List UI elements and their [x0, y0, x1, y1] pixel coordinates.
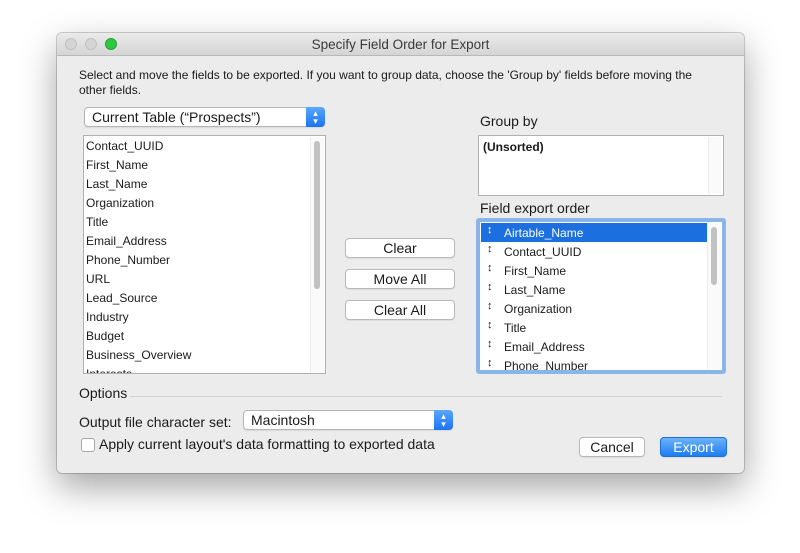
field-name: Lead_Source [86, 291, 158, 305]
list-item[interactable]: Organization [85, 193, 310, 212]
field-name: Contact_UUID [504, 245, 582, 259]
field-name: Industry [86, 310, 129, 324]
field-name: Budget [86, 329, 125, 343]
list-item[interactable]: Budget [85, 326, 310, 345]
drag-handle-icon[interactable]: ↕ [487, 224, 493, 236]
field-name: Interests [86, 367, 133, 374]
options-label: Options [79, 385, 128, 401]
field-name: URL [86, 272, 111, 286]
drag-handle-icon[interactable]: ↕ [487, 262, 493, 274]
drag-handle-icon[interactable]: ↕ [487, 357, 493, 369]
popup-arrows-icon: ▴ ▾ [306, 107, 325, 127]
list-item[interactable]: ↕ Title [481, 318, 708, 337]
list-item[interactable]: Title [85, 212, 310, 231]
field-name: Title [504, 321, 527, 335]
field-name: Last_Name [86, 177, 148, 191]
popup-arrows-icon: ▴ ▾ [434, 410, 453, 430]
field-name: Phone_Number [86, 253, 171, 267]
charset-select[interactable]: Macintosh ▴ ▾ [243, 410, 453, 430]
list-item[interactable]: ↕ Organization [481, 299, 708, 318]
group-by-label: Group by [480, 113, 538, 129]
field-name: Phone_Number [504, 359, 589, 371]
list-item[interactable]: ↕ Airtable_Name [481, 223, 708, 242]
list-item[interactable]: URL [85, 269, 310, 288]
list-item[interactable]: (Unsorted) [480, 137, 707, 156]
options-divider [130, 396, 722, 397]
field-name: Airtable_Name [504, 226, 584, 240]
drag-handle-icon[interactable]: ↕ [487, 319, 493, 331]
drag-handle-icon[interactable]: ↕ [487, 338, 493, 350]
list-item[interactable]: First_Name [85, 155, 310, 174]
field-name: First_Name [86, 158, 149, 172]
list-item[interactable]: Lead_Source [85, 288, 310, 307]
field-name: Organization [504, 302, 573, 316]
move-all-button[interactable]: Move All [345, 269, 455, 289]
export-order-scrollbar[interactable] [707, 223, 721, 369]
drag-handle-icon[interactable]: ↕ [487, 300, 493, 312]
field-name: Title [86, 215, 109, 229]
group-by-scrollbar[interactable] [708, 137, 722, 194]
field-name: Contact_UUID [86, 139, 164, 153]
charset-label: Output file character set: [79, 414, 232, 430]
drag-handle-icon[interactable]: ↕ [487, 281, 493, 293]
field-export-order-label: Field export order [480, 200, 590, 216]
list-item[interactable]: Email_Address [85, 231, 310, 250]
field-name: Last_Name [504, 283, 566, 297]
list-item[interactable]: Industry [85, 307, 310, 326]
clear-button[interactable]: Clear [345, 238, 455, 258]
field-export-order-list[interactable]: ↕ Airtable_Name ↕ Contact_UUID ↕ First_Name ↕ L… [479, 221, 723, 371]
list-item[interactable]: Contact_UUID [85, 136, 310, 155]
list-item[interactable]: Business_Overview [85, 345, 310, 364]
apply-formatting-checkbox[interactable] [81, 438, 95, 452]
table-select[interactable]: Current Table (“Prospects”) ▴ ▾ [84, 107, 325, 127]
export-button[interactable]: Export [660, 437, 727, 457]
available-fields-scrollbar[interactable] [310, 137, 324, 372]
export-dialog: Specify Field Order for Export Select an… [57, 33, 744, 473]
scrollbar-thumb[interactable] [711, 227, 717, 285]
list-item[interactable]: ↕ Contact_UUID [481, 242, 708, 261]
field-name: Email_Address [86, 234, 167, 248]
list-item[interactable]: Phone_Number [85, 250, 310, 269]
field-name: Business_Overview [86, 348, 192, 362]
window-title: Specify Field Order for Export [311, 37, 490, 52]
list-item[interactable]: ↕ Phone_Number [481, 356, 708, 371]
instructions-text: Select and move the fields to be exporte… [79, 68, 692, 97]
list-item[interactable]: Interests [85, 364, 310, 374]
list-item[interactable]: ↕ Last_Name [481, 280, 708, 299]
field-name: First_Name [504, 264, 567, 278]
drag-handle-icon[interactable]: ↕ [487, 243, 493, 255]
table-select-value: Current Table (“Prospects”) [92, 109, 261, 125]
list-item[interactable]: ↕ First_Name [481, 261, 708, 280]
apply-formatting-label: Apply current layout's data formatting t… [99, 436, 435, 452]
charset-select-value: Macintosh [251, 412, 315, 428]
field-name: Organization [86, 196, 155, 210]
cancel-button[interactable]: Cancel [579, 437, 645, 457]
group-by-list[interactable]: (Unsorted) [478, 135, 724, 196]
title-bar: Specify Field Order for Export [57, 33, 744, 56]
clear-all-button[interactable]: Clear All [345, 300, 455, 320]
available-fields-list[interactable]: Contact_UUID First_Name Last_Name Organizat… [83, 135, 326, 374]
list-item[interactable]: Last_Name [85, 174, 310, 193]
scrollbar-thumb[interactable] [314, 141, 320, 289]
group-by-item: (Unsorted) [483, 140, 544, 154]
list-item[interactable]: ↕ Email_Address [481, 337, 708, 356]
field-name: Email_Address [504, 340, 585, 354]
